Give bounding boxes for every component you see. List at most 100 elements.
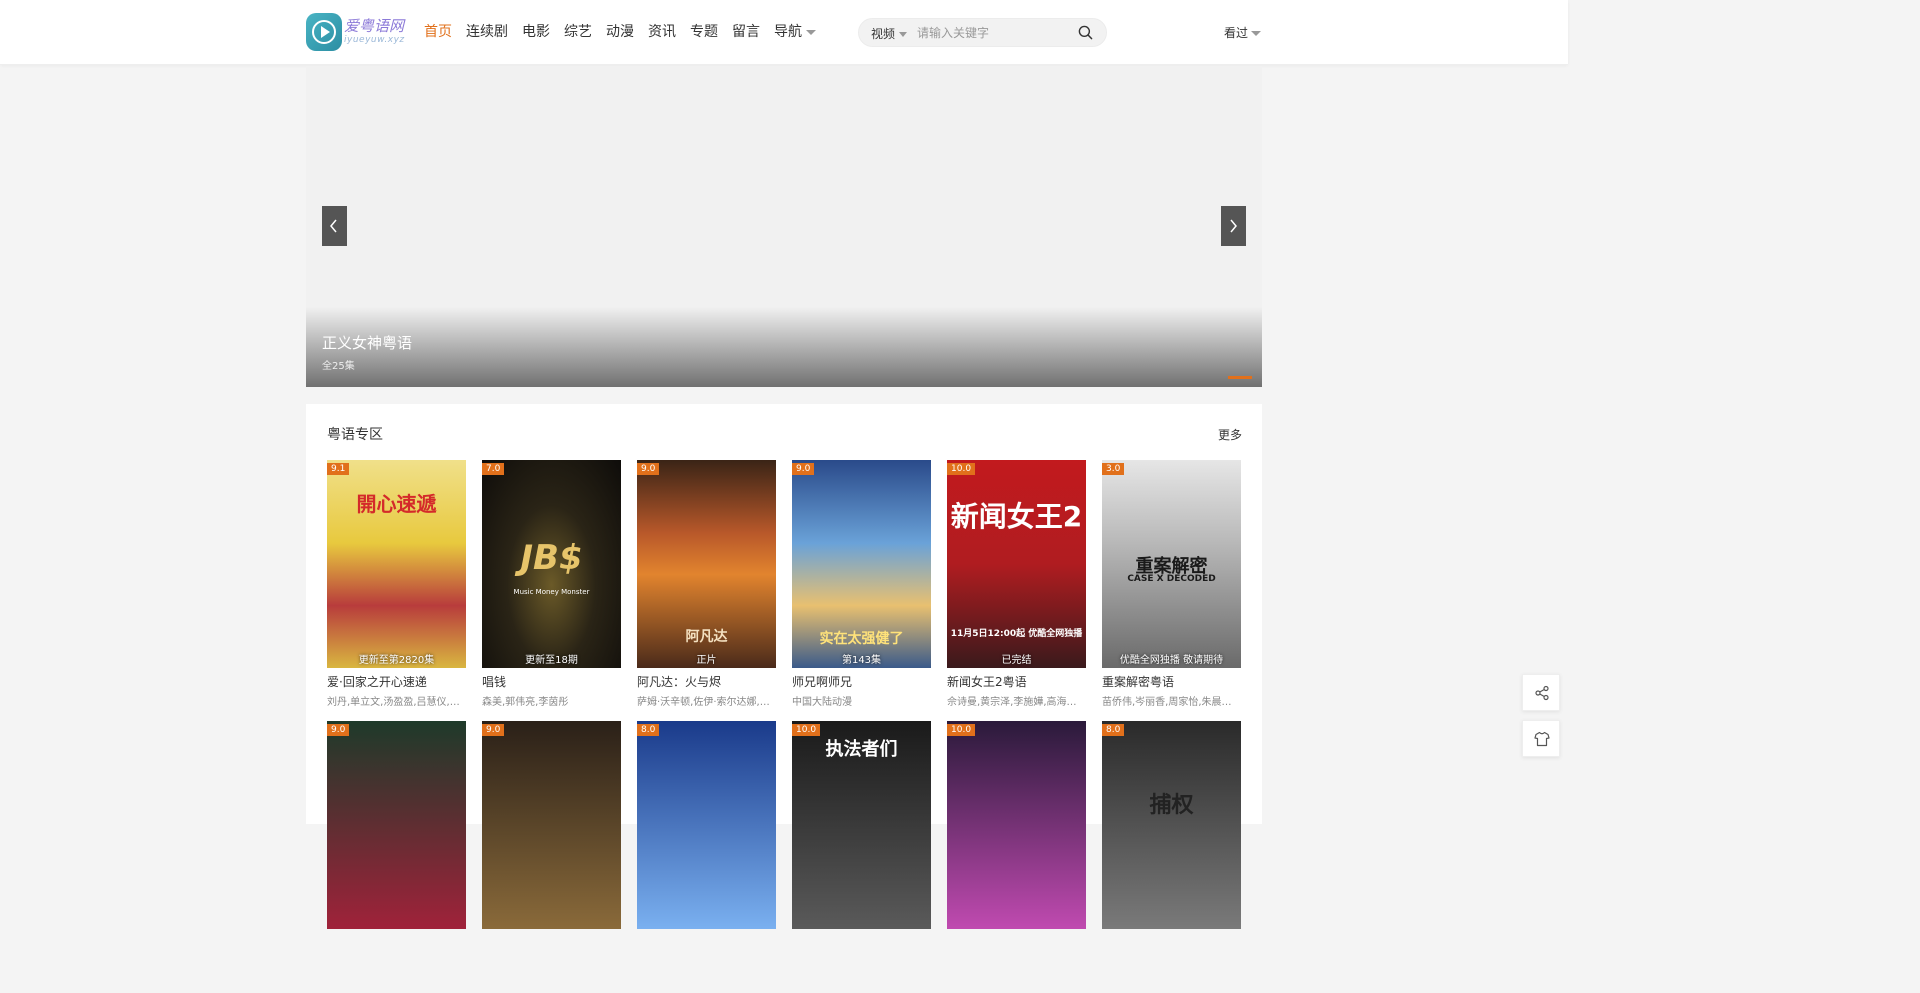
status-label: 正片 (696, 655, 717, 666)
score-badge: 9.0 (792, 463, 815, 475)
shirt-icon (1534, 731, 1550, 747)
search-type-label: 视频 (871, 27, 896, 41)
score-badge: 3.0 (1102, 463, 1125, 475)
section-title: 粤语专区 (327, 427, 383, 443)
site-header: 爱粤语网 iyueyuw.xyz 首页 连续剧 电影 综艺 动漫 资讯 专题 留… (0, 0, 1568, 65)
banner-pagination-dot[interactable] (1228, 376, 1252, 379)
poster-image[interactable]: 開心速遞 9.1 更新至第2820集 (327, 460, 466, 668)
chevron-down-icon (806, 29, 816, 35)
cantonese-section: 粤语专区 更多 開心速遞 9.1 更新至第2820集 爱·回家之开心速递 刘丹,… (306, 404, 1262, 929)
poster-image[interactable]: 9.0 (327, 721, 466, 929)
video-card[interactable]: 9.0 (482, 721, 621, 929)
nav-item-anime[interactable]: 动漫 (606, 22, 634, 42)
score-badge: 9.1 (327, 463, 350, 475)
card-actors: 苗侨伟,岑丽香,周家怡,朱晨丽,... (1102, 697, 1241, 708)
status-label: 更新至第2820集 (358, 655, 435, 666)
poster-title-art: JB$ (520, 538, 583, 578)
poster-title-art: 新闻女王2 (950, 500, 1083, 533)
score-badge: 8.0 (1102, 724, 1125, 736)
main-nav: 首页 连续剧 电影 综艺 动漫 资讯 专题 留言 导航 (424, 22, 830, 42)
history-dropdown[interactable]: 看过 (1224, 24, 1262, 41)
card-actors: 佘诗曼,黄宗泽,李施嬅,高海宁,... (947, 697, 1086, 708)
chevron-down-icon (899, 32, 908, 37)
theme-button[interactable] (1522, 720, 1560, 757)
poster-image[interactable]: 重案解密 CASE X DECODED 3.0 优酷全网独播 敬请期待 (1102, 460, 1241, 668)
poster-title-art: 执法者们 (825, 739, 898, 760)
card-title[interactable]: 唱钱 (482, 673, 621, 690)
nav-item-navigation[interactable]: 导航 (774, 22, 816, 42)
chevron-right-icon (1230, 219, 1237, 233)
video-card[interactable]: 新闻女王2 11月5日12:00起 优酷全网独播 10.0 已完结 新闻女王2粤… (947, 460, 1086, 708)
poster-image[interactable]: 9.0 (482, 721, 621, 929)
search-icon[interactable] (1078, 25, 1093, 40)
poster-title-art: 開心速遞 (356, 492, 437, 516)
banner-subtitle: 全25集 (322, 361, 355, 372)
nav-item-variety[interactable]: 综艺 (564, 22, 592, 42)
score-badge: 9.0 (327, 724, 350, 736)
hero-banner[interactable]: 正义女神粤语 全25集 (306, 66, 1262, 387)
card-title[interactable]: 师兄啊师兄 (792, 673, 931, 690)
poster-image[interactable]: JB$ Music Money Monster 7.0 更新至18期 (482, 460, 621, 668)
card-title[interactable]: 爱·回家之开心速递 (327, 673, 466, 690)
poster-image[interactable]: 8.0 (637, 721, 776, 929)
poster-image[interactable]: 实在太强健了 9.0 第143集 (792, 460, 931, 668)
nav-navigation-label: 导航 (774, 24, 802, 40)
card-title[interactable]: 重案解密粤语 (1102, 673, 1241, 690)
video-card[interactable]: 8.0 (637, 721, 776, 929)
chevron-left-icon (330, 219, 337, 233)
video-card[interactable]: JB$ Music Money Monster 7.0 更新至18期 唱钱 森美… (482, 460, 621, 708)
more-link[interactable]: 更多 (1218, 426, 1242, 443)
video-card[interactable]: 捕权 8.0 (1102, 721, 1241, 929)
video-card[interactable]: 阿凡达 9.0 正片 阿凡达：火与烬 萨姆·沃辛顿,佐伊·索尔达娜,西... (637, 460, 776, 708)
video-card[interactable]: 执法者们 10.0 (792, 721, 931, 929)
card-title[interactable]: 新闻女王2粤语 (947, 673, 1086, 690)
poster-subtitle-art: CASE X DECODED (1127, 574, 1216, 584)
nav-item-topics[interactable]: 专题 (690, 22, 718, 42)
status-label: 优酷全网独播 敬请期待 (1119, 655, 1224, 666)
video-card[interactable]: 10.0 (947, 721, 1086, 929)
banner-title[interactable]: 正义女神粤语 (322, 332, 412, 353)
nav-item-movies[interactable]: 电影 (522, 22, 550, 42)
logo-domain: iyueyuw.xyz (344, 35, 405, 45)
score-badge: 8.0 (637, 724, 660, 736)
score-badge: 10.0 (792, 724, 821, 736)
video-card[interactable]: 9.0 (327, 721, 466, 929)
poster-image[interactable]: 新闻女王2 11月5日12:00起 优酷全网独播 10.0 已完结 (947, 460, 1086, 668)
banner-next-button[interactable] (1221, 206, 1246, 246)
nav-item-home[interactable]: 首页 (424, 22, 452, 42)
share-button[interactable] (1522, 674, 1560, 711)
share-icon (1535, 685, 1549, 701)
play-logo-icon (306, 13, 342, 51)
history-label: 看过 (1224, 26, 1249, 40)
video-card[interactable]: 開心速遞 9.1 更新至第2820集 爱·回家之开心速递 刘丹,单立文,汤盈盈,… (327, 460, 466, 708)
banner-prev-button[interactable] (322, 206, 347, 246)
poster-image[interactable]: 执法者们 10.0 (792, 721, 931, 929)
poster-title-art: 捕权 (1149, 793, 1194, 818)
nav-item-news[interactable]: 资讯 (648, 22, 676, 42)
search-bar: 视频 (858, 18, 1107, 47)
poster-title-art: 实在太强健了 (819, 631, 904, 647)
video-card[interactable]: 重案解密 CASE X DECODED 3.0 优酷全网独播 敬请期待 重案解密… (1102, 460, 1241, 708)
logo-text: 爱粤语网 (344, 17, 405, 35)
score-badge: 10.0 (947, 724, 976, 736)
search-type-select[interactable]: 视频 (871, 25, 908, 42)
poster-subtitle-art: Music Money Monster (513, 588, 590, 596)
chevron-down-icon (1251, 31, 1262, 36)
card-actors: 森美,郭伟亮,李茵彤 (482, 697, 569, 708)
banner-shade (306, 307, 1262, 387)
video-card[interactable]: 实在太强健了 9.0 第143集 师兄啊师兄 中国大陆动漫 (792, 460, 931, 708)
score-badge: 9.0 (482, 724, 505, 736)
poster-image[interactable]: 捕权 8.0 (1102, 721, 1241, 929)
card-actors: 萨姆·沃辛顿,佐伊·索尔达娜,西... (637, 697, 776, 708)
poster-image[interactable]: 阿凡达 9.0 正片 (637, 460, 776, 668)
card-actors: 刘丹,单立文,汤盈盈,吕慧仪,罗... (327, 697, 466, 708)
card-title[interactable]: 阿凡达：火与烬 (637, 673, 776, 690)
poster-note-art: 11月5日12:00起 优酷全网独播 (950, 629, 1083, 639)
site-logo[interactable]: 爱粤语网 iyueyuw.xyz (306, 13, 405, 53)
poster-image[interactable]: 10.0 (947, 721, 1086, 929)
card-actors: 中国大陆动漫 (792, 697, 852, 708)
nav-item-series[interactable]: 连续剧 (466, 22, 508, 42)
nav-item-guestbook[interactable]: 留言 (732, 22, 760, 42)
search-input[interactable] (917, 23, 1067, 43)
status-label: 第143集 (841, 655, 882, 666)
